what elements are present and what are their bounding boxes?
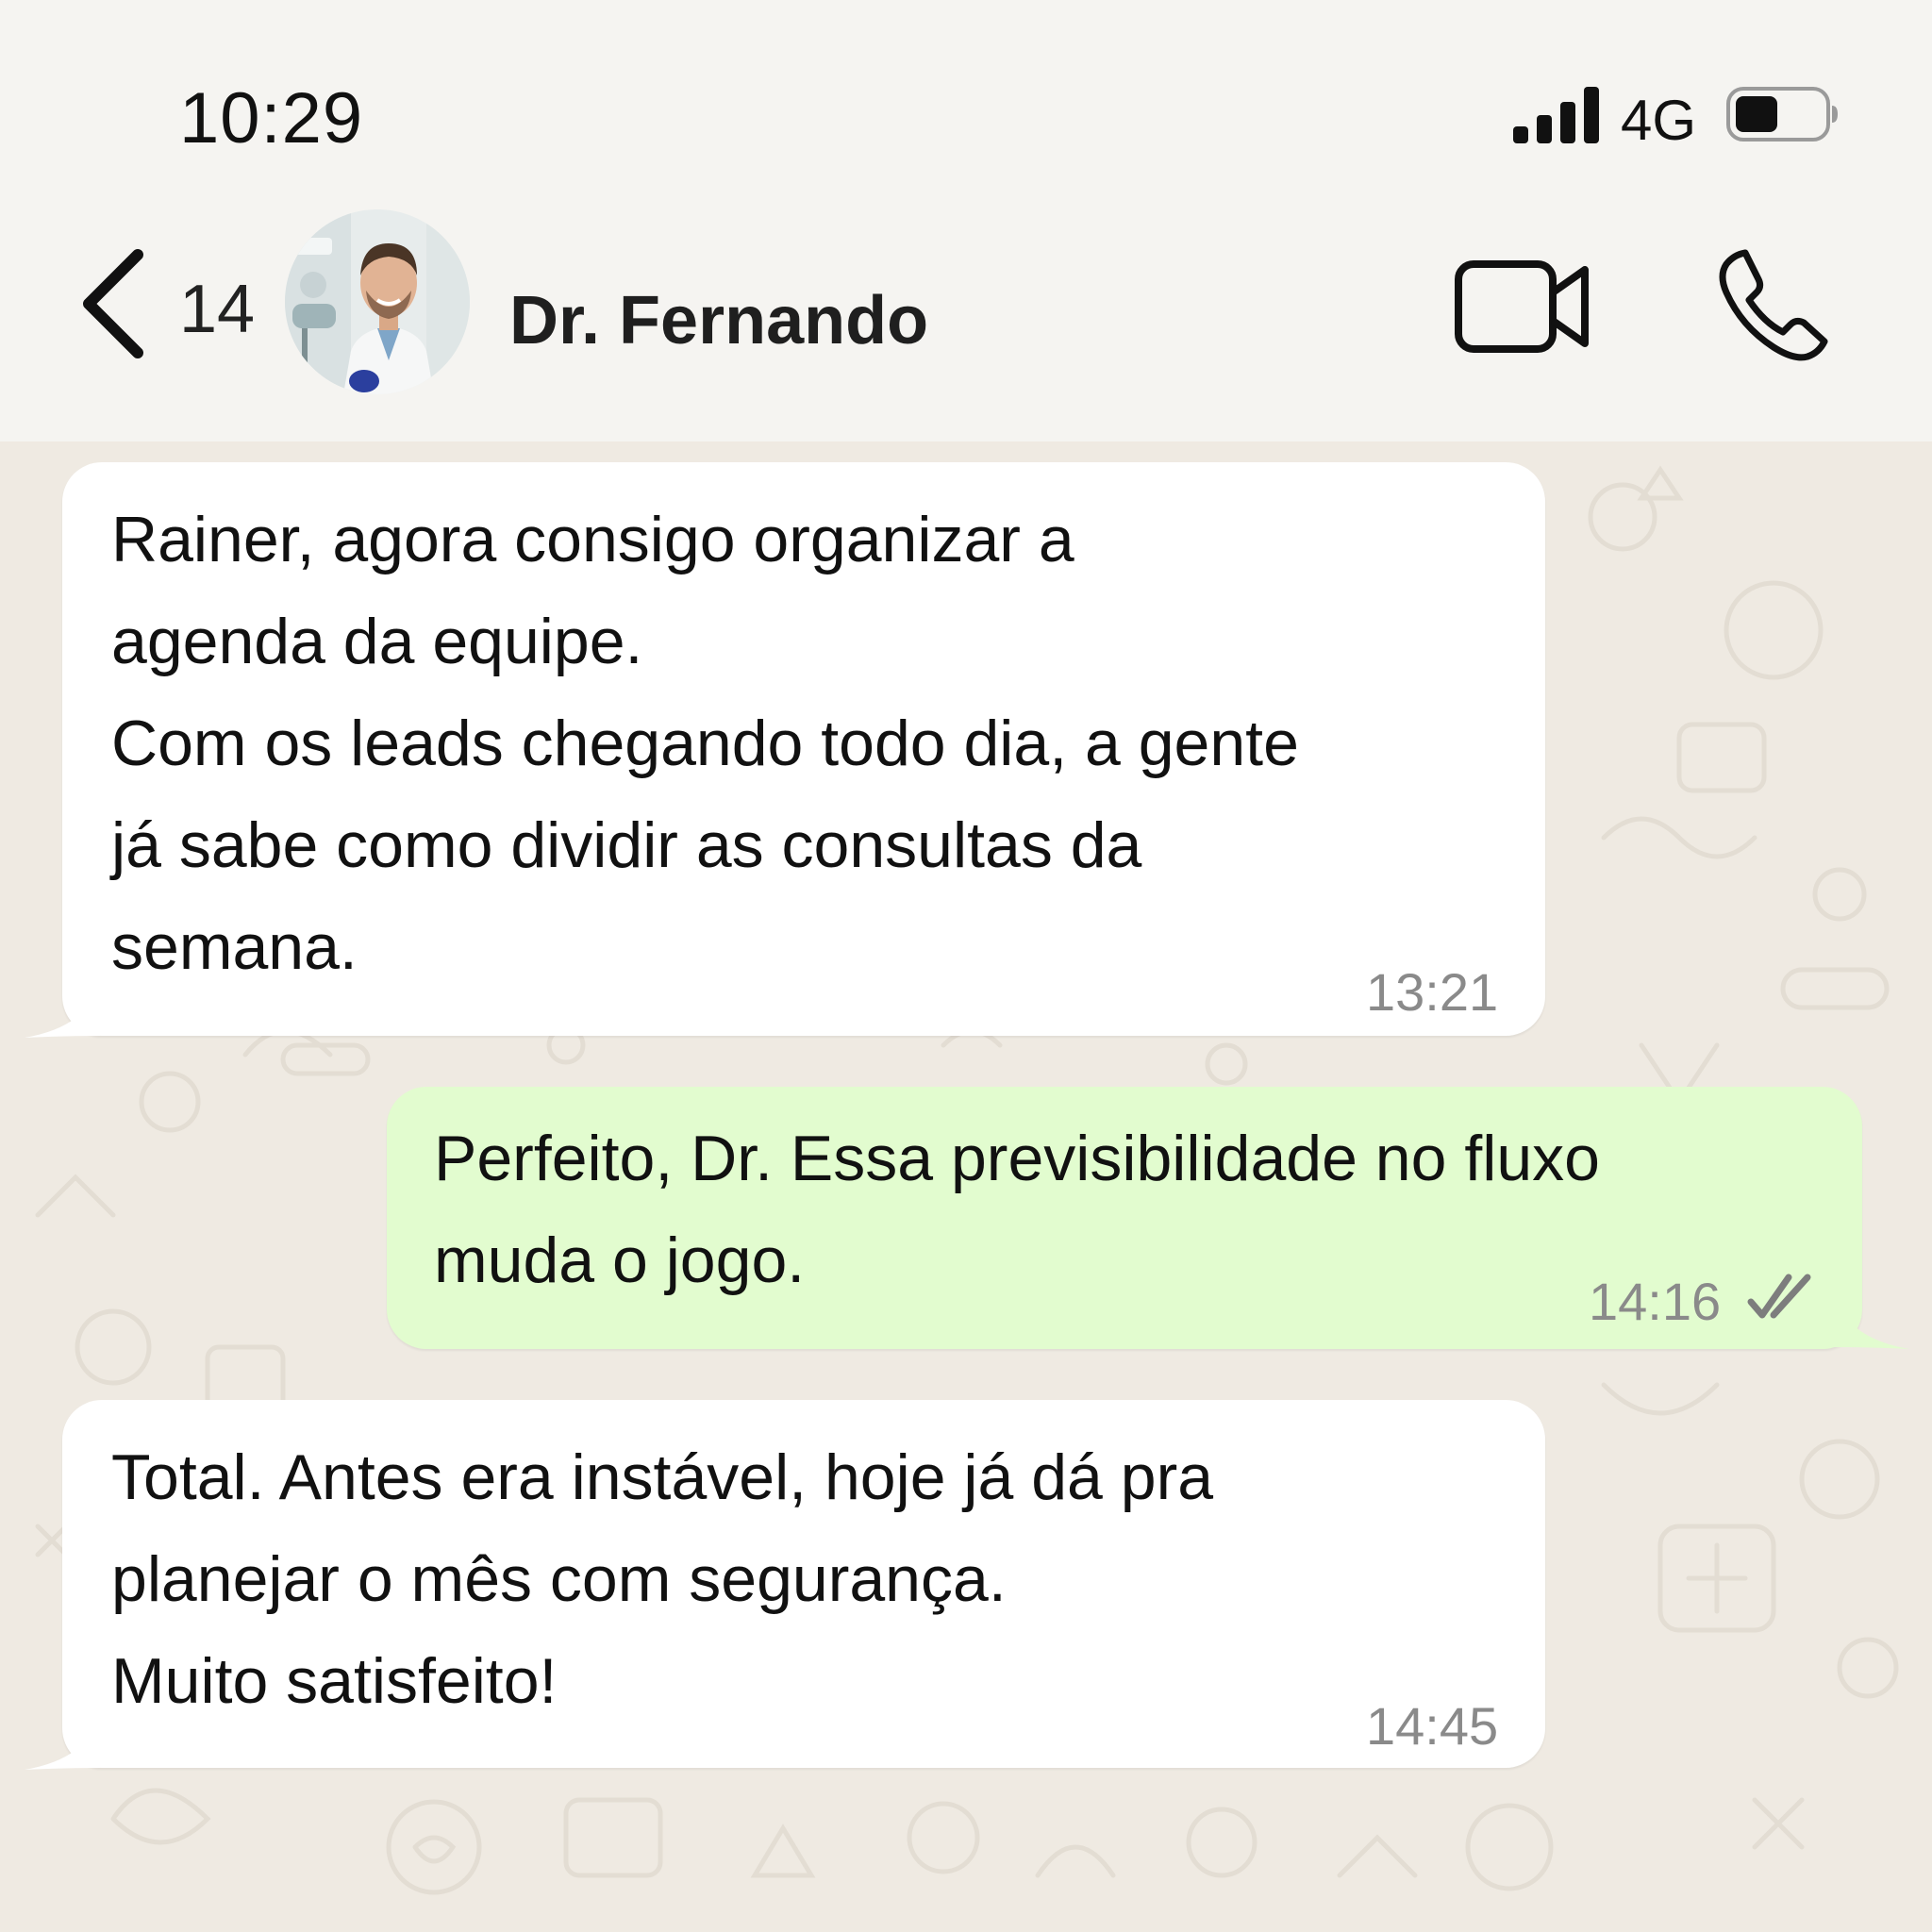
- incoming-bubble-tail: [25, 1711, 100, 1770]
- chevron-left-icon: [83, 249, 143, 358]
- chat-screen: 10:29 4G 14 Dr. Fernando Rainer, agora c…: [0, 0, 1932, 1932]
- chat-header: 14 Dr. Fernando: [0, 189, 1932, 441]
- message-time: 14:45: [1366, 1696, 1499, 1756]
- message-bubble-incoming[interactable]: Rainer, agora consigo organizar a agenda…: [62, 462, 1545, 1036]
- unread-count: 14: [179, 272, 256, 347]
- message-text: Rainer, agora consigo organizar a agenda…: [111, 504, 1299, 983]
- contact-name[interactable]: Dr. Fernando: [509, 287, 928, 355]
- contact-photo: [285, 209, 470, 394]
- voice-call-button[interactable]: [1717, 247, 1830, 364]
- message-time: 13:21: [1366, 962, 1499, 1022]
- status-bar: 10:29 4G: [0, 0, 1932, 189]
- back-button[interactable]: 14: [66, 236, 283, 368]
- network-type-label: 4G: [1621, 89, 1697, 152]
- signal-bars-icon: [1513, 87, 1599, 143]
- avatar[interactable]: [285, 209, 470, 394]
- chat-area[interactable]: Rainer, agora consigo organizar a agenda…: [0, 441, 1932, 1932]
- battery-icon: [1726, 87, 1838, 142]
- video-camera-icon: [1455, 260, 1589, 353]
- phone-icon: [1719, 249, 1828, 361]
- double-check-icon: [1747, 1274, 1811, 1319]
- outgoing-bubble-tail: [1834, 1291, 1909, 1349]
- message-bubble-incoming[interactable]: Total. Antes era instável, hoje já dá pr…: [62, 1400, 1545, 1768]
- message-time: 14:16: [1589, 1272, 1722, 1331]
- video-call-button[interactable]: [1453, 255, 1594, 358]
- message-text: Total. Antes era instável, hoje já dá pr…: [111, 1441, 1214, 1717]
- incoming-bubble-tail: [25, 979, 100, 1038]
- message-bubble-outgoing[interactable]: Perfeito, Dr. Essa previsibilidade no fl…: [387, 1087, 1862, 1349]
- status-time: 10:29: [179, 78, 364, 158]
